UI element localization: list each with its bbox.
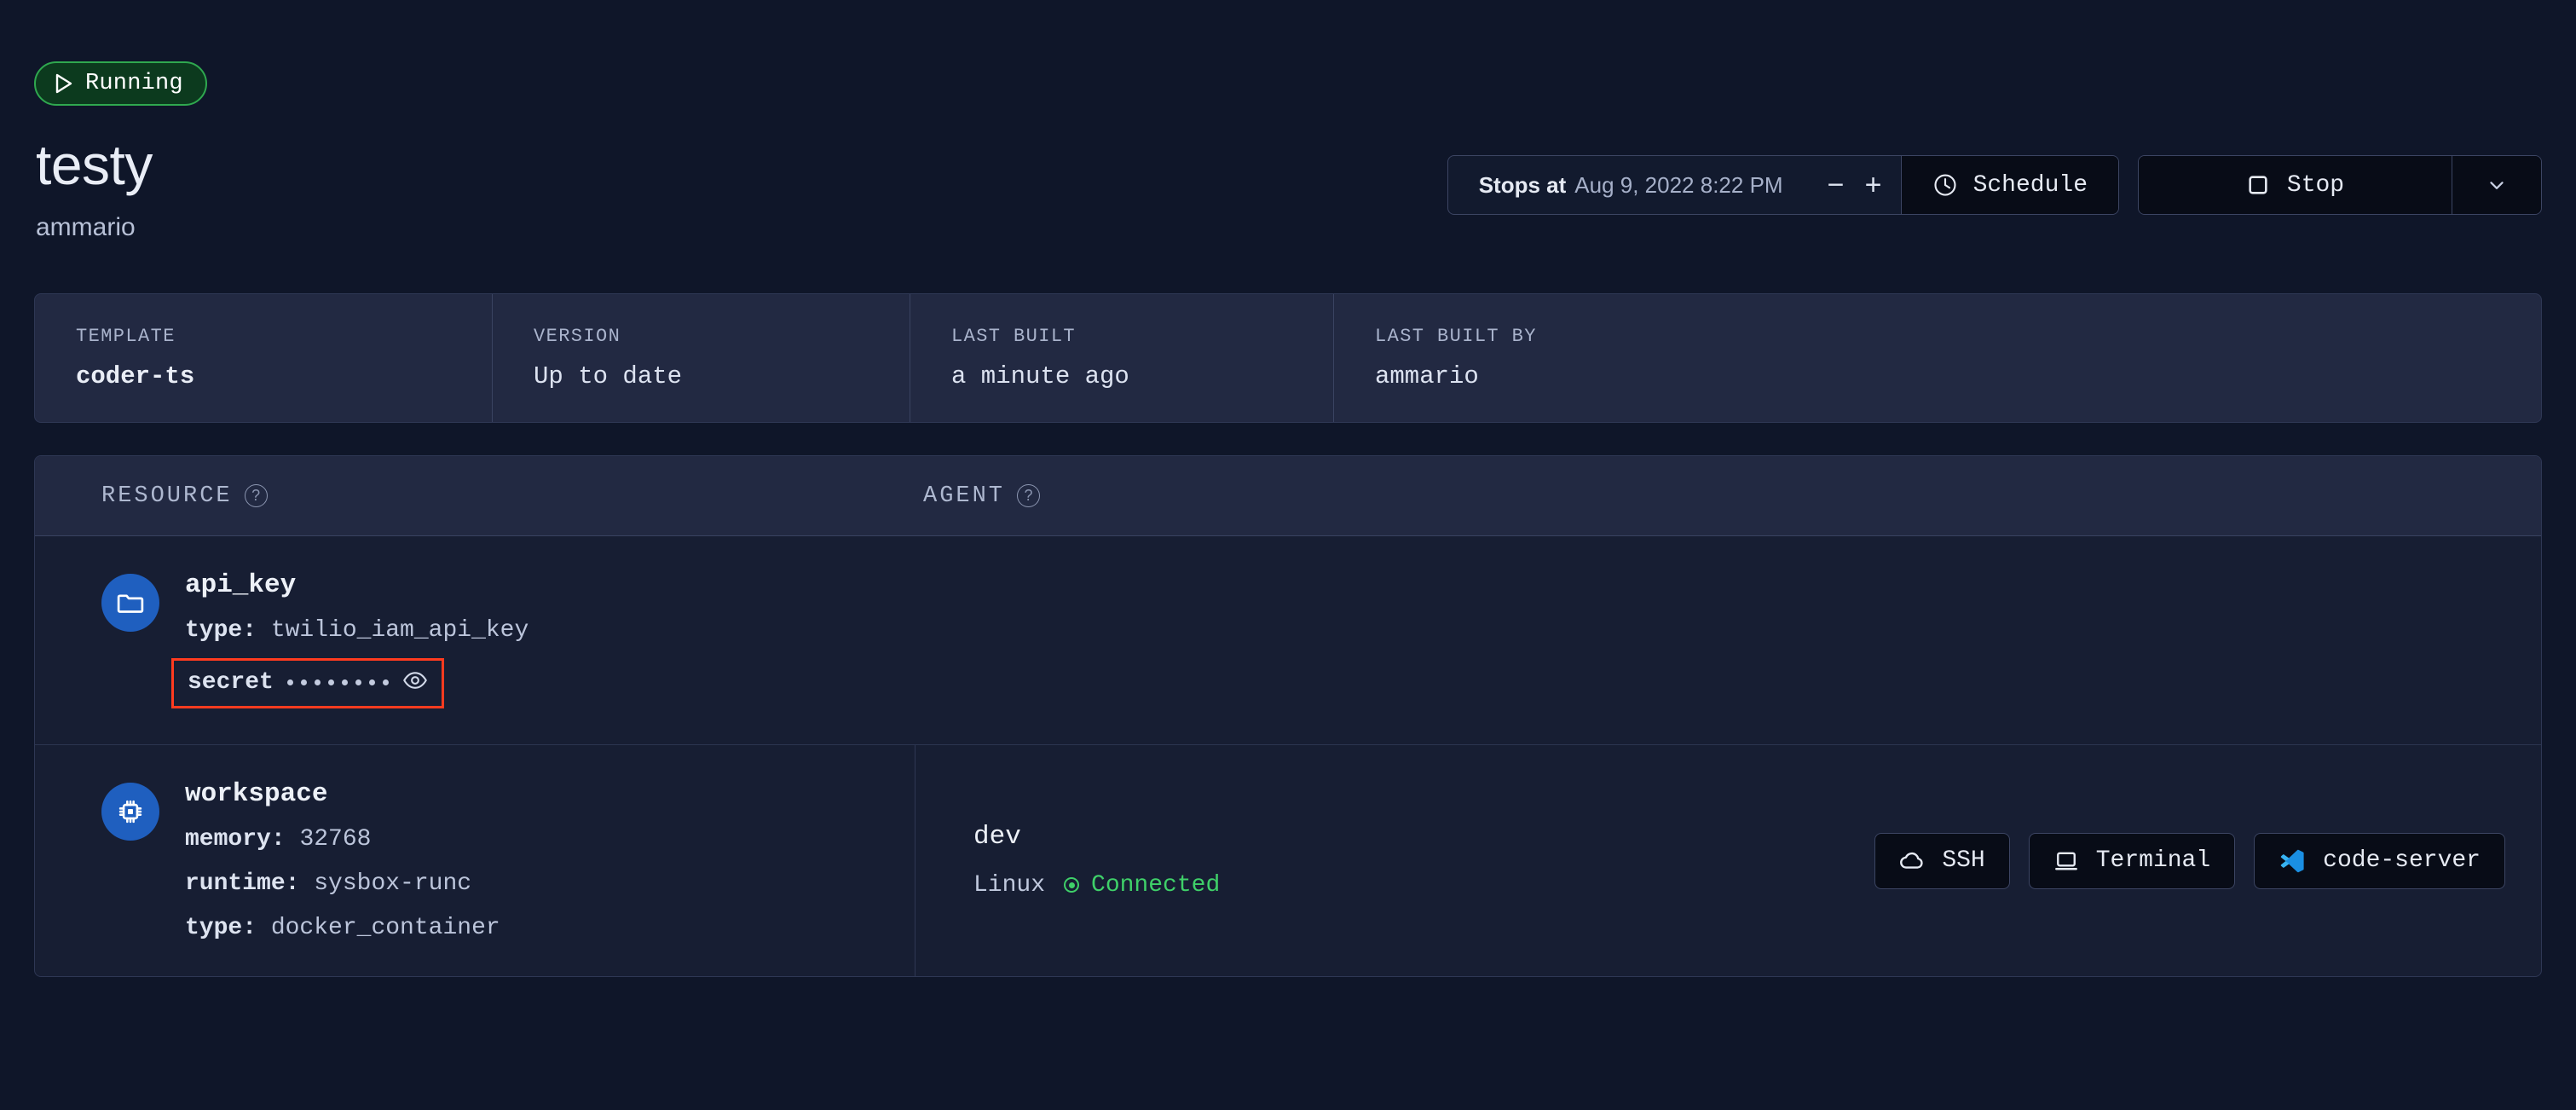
resource-attribute: type: twilio_iam_api_key	[185, 619, 528, 643]
folder-icon	[101, 574, 159, 632]
table-row: api_key type: twilio_iam_api_key secret	[35, 536, 2541, 745]
agent-os: Linux	[973, 871, 1046, 899]
code-server-button-label: code-server	[2323, 847, 2481, 874]
resource-details: api_key type: twilio_iam_api_key secret	[171, 570, 528, 708]
attribute-key: type:	[185, 617, 257, 644]
ssh-button-label: SSH	[1942, 847, 1985, 874]
workspace-stats: TEMPLATE coder-ts VERSION Up to date LAS…	[34, 293, 2542, 423]
table-header: RESOURCE ? AGENT ?	[35, 456, 2541, 536]
schedule-decrease-button[interactable]: −	[1817, 166, 1855, 204]
schedule-prefix: Stops at	[1478, 171, 1567, 198]
stat-label: VERSION	[534, 326, 621, 347]
terminal-button-label: Terminal	[2095, 847, 2211, 874]
stat-last-built: LAST BUILT a minute ago	[910, 294, 1334, 422]
secret-masked-value	[286, 679, 389, 685]
cloud-icon	[1900, 852, 1923, 869]
resource-cell: workspace memory: 32768 runtime: sysbox-…	[35, 745, 915, 976]
header-actions: Stops at Aug 9, 2022 8:22 PM − + Schedul…	[1447, 155, 2542, 215]
page-title: testy	[36, 133, 153, 196]
schedule-increase-button[interactable]: +	[1855, 166, 1892, 204]
agent-status: Connected	[1064, 872, 1220, 899]
stop-group: Stop	[2138, 155, 2542, 215]
stat-label: LAST BUILT	[951, 326, 1077, 347]
workspace-owner: ammario	[36, 213, 136, 241]
agent-cell-empty	[915, 536, 2541, 744]
title-block: testy ammario	[34, 136, 153, 242]
cpu-chip-icon	[101, 783, 159, 841]
agent-buttons: SSH Terminal code-server	[1874, 832, 2505, 889]
schedule-button[interactable]: Schedule	[1900, 156, 2118, 214]
resource-name: workspace	[185, 779, 328, 809]
resource-attribute: type: docker_container	[185, 916, 500, 940]
terminal-monitor-icon	[2054, 852, 2077, 870]
status-row: Running	[34, 0, 2542, 106]
resource-name: api_key	[185, 570, 297, 600]
attribute-value: twilio_iam_api_key	[270, 617, 529, 644]
stat-last-built-by: LAST BUILT BY ammario	[1334, 294, 1578, 422]
resource-help-icon[interactable]: ?	[244, 484, 268, 507]
attribute-value: docker_container	[270, 915, 500, 941]
stat-value: coder-ts	[76, 362, 195, 390]
page-header: testy ammario Stops at Aug 9, 2022 8:22 …	[34, 136, 2542, 242]
status-badge: Running	[34, 61, 207, 106]
column-header-resource-label: RESOURCE	[101, 483, 233, 509]
stat-version: VERSION Up to date	[493, 294, 910, 422]
agent-info: dev Linux Connected	[973, 824, 1220, 899]
table-row: workspace memory: 32768 runtime: sysbox-…	[35, 745, 2541, 976]
schedule-time: Aug 9, 2022 8:22 PM	[1574, 171, 1783, 198]
workspace-page: Running testy ammario Stops at Aug 9, 20…	[0, 0, 2576, 977]
secret-label: secret	[188, 668, 274, 696]
resource-details: workspace memory: 32768 runtime: sysbox-…	[185, 781, 500, 940]
terminal-button[interactable]: Terminal	[2028, 832, 2236, 889]
column-header-agent: AGENT ?	[904, 483, 1041, 509]
agent-name: dev	[973, 821, 1021, 852]
status-badge-label: Running	[85, 71, 183, 96]
attribute-value: sysbox-runc	[314, 870, 472, 897]
stat-label: LAST BUILT BY	[1375, 326, 1537, 347]
square-stop-icon	[2249, 176, 2267, 194]
connected-dot-icon	[1064, 877, 1080, 893]
agent-meta: Linux Connected	[973, 872, 1220, 899]
agent-status-label: Connected	[1091, 871, 1221, 899]
play-icon	[55, 73, 72, 94]
stop-dropdown-button[interactable]	[2452, 156, 2541, 214]
chevron-down-icon	[2490, 182, 2504, 189]
secret-field-highlight[interactable]: secret	[171, 658, 444, 708]
code-server-button[interactable]: code-server	[2254, 832, 2505, 889]
agent-cell: dev Linux Connected SSH Terminal code-se…	[915, 745, 2541, 976]
attribute-key: runtime:	[185, 870, 300, 897]
attribute-value: 32768	[299, 826, 372, 853]
ssh-button[interactable]: SSH	[1874, 832, 2010, 889]
vscode-icon	[2280, 849, 2304, 872]
attribute-key: type:	[185, 915, 257, 941]
stat-template: TEMPLATE coder-ts	[35, 294, 493, 422]
schedule-button-label: Schedule	[1972, 171, 2088, 199]
stop-button-label: Stop	[2286, 171, 2345, 199]
agent-help-icon[interactable]: ?	[1017, 484, 1041, 507]
column-header-resource: RESOURCE ?	[35, 483, 904, 509]
attribute-key: memory:	[185, 826, 286, 853]
resource-attribute: runtime: sysbox-runc	[185, 872, 500, 896]
column-header-agent-label: AGENT	[923, 483, 1006, 509]
resource-attribute: memory: 32768	[185, 828, 500, 852]
stop-button[interactable]: Stop	[2139, 156, 2452, 214]
schedule-group: Stops at Aug 9, 2022 8:22 PM − + Schedul…	[1447, 155, 2119, 215]
schedule-steppers: − +	[1802, 156, 1901, 214]
resources-table: RESOURCE ? AGENT ? api_key type: twilio_…	[34, 455, 2542, 977]
stat-value: ammario	[1375, 362, 1479, 390]
stat-value: Up to date	[534, 362, 683, 390]
schedule-info: Stops at Aug 9, 2022 8:22 PM	[1448, 156, 1802, 214]
stat-label: TEMPLATE	[76, 326, 176, 347]
eye-icon[interactable]	[402, 668, 428, 697]
resource-cell: api_key type: twilio_iam_api_key secret	[35, 536, 915, 744]
clock-icon	[1934, 174, 1956, 196]
stat-value: a minute ago	[951, 362, 1129, 390]
